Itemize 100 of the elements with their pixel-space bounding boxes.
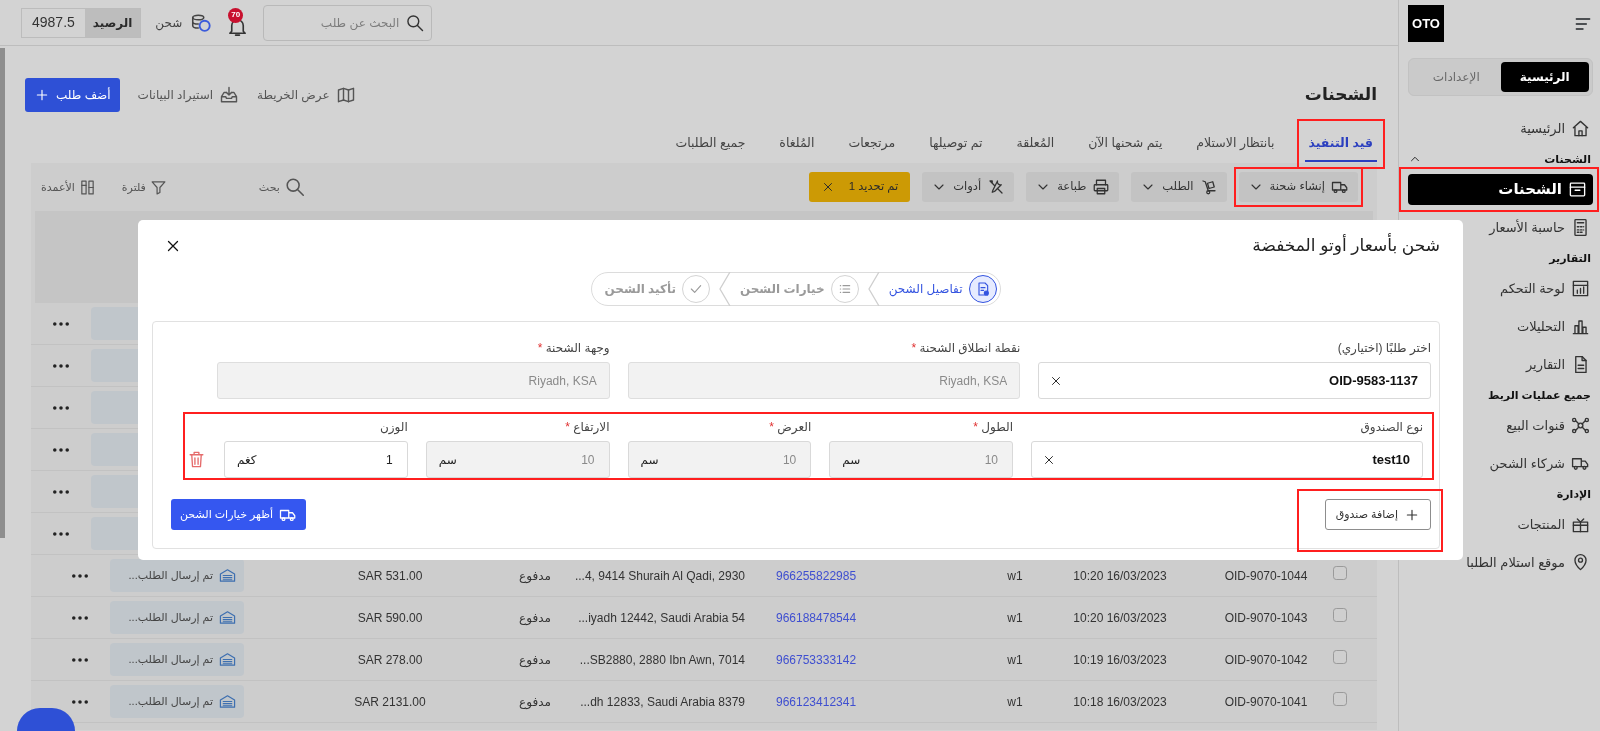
dots-icon xyxy=(53,321,69,326)
dimension-input[interactable]: 1 xyxy=(256,449,395,470)
step[interactable]: تفاصيل الشحن xyxy=(888,275,997,303)
select-input[interactable]: OID-9583-1137 xyxy=(1069,369,1420,392)
phone-link[interactable]: 966123412341 xyxy=(776,694,857,709)
phone-link[interactable]: 966188478544 xyxy=(776,610,857,625)
more-button[interactable] xyxy=(53,363,69,368)
gift-box-icon xyxy=(1571,515,1590,534)
dots-icon xyxy=(72,699,88,704)
sidebar-item[interactable]: موقع استلام الطلبا xyxy=(1408,547,1593,578)
unit-label: سم xyxy=(640,451,659,469)
sidebar-item[interactable]: لوحة التحكم xyxy=(1408,273,1593,304)
select-field[interactable]: test10 xyxy=(1031,441,1423,478)
field-label: العرض * xyxy=(768,419,812,434)
more-button[interactable] xyxy=(53,321,69,326)
dropdown-button[interactable]: إنشاء شحنة xyxy=(1238,172,1358,202)
select-input[interactable]: test10 xyxy=(1062,448,1412,471)
sidebar-item[interactable]: الشحنات xyxy=(1408,174,1593,205)
more-button[interactable] xyxy=(53,531,69,536)
dropdown-button[interactable]: أدوات xyxy=(922,172,1015,202)
help-button[interactable] xyxy=(17,708,75,731)
row-checkbox[interactable] xyxy=(1333,607,1347,622)
scrollbar[interactable] xyxy=(0,48,5,538)
table-cell: مدفوع xyxy=(519,652,551,667)
segment-button[interactable]: الرئيسية xyxy=(1500,62,1589,92)
phone-link[interactable]: 966255822985 xyxy=(776,568,857,583)
notifications-button[interactable]: 70 xyxy=(226,7,250,38)
warehouse-icon xyxy=(219,567,236,584)
table-cell: مدفوع xyxy=(519,568,551,583)
tab[interactable]: يتم شحنها الآن xyxy=(1084,126,1167,162)
dots-icon xyxy=(53,489,69,494)
page-title: الشحنات xyxy=(1304,84,1377,107)
row-checkbox[interactable] xyxy=(1333,565,1347,580)
phone-link[interactable]: 966753333142 xyxy=(776,652,857,667)
action-link[interactable]: عرض الخريطة xyxy=(257,85,356,105)
table-cell: w1 xyxy=(1007,652,1023,667)
row-checkbox[interactable] xyxy=(1333,691,1347,706)
more-button[interactable] xyxy=(53,489,69,494)
table-cell: 10:18 16/03/2023 xyxy=(1073,694,1167,709)
tab[interactable]: مرتجعات xyxy=(844,126,900,162)
more-button[interactable] xyxy=(53,405,69,410)
status-button[interactable]: تم إرسال الطلب... xyxy=(110,601,244,634)
dots-icon xyxy=(72,657,88,662)
location-pin-icon xyxy=(1571,553,1590,572)
show-options-button[interactable]: أظهر خيارات الشحن xyxy=(171,499,306,530)
unit-label: سم xyxy=(842,451,861,469)
funnel-icon xyxy=(149,178,167,196)
table-cell: w1 xyxy=(1007,610,1023,625)
map-icon xyxy=(335,85,356,105)
tool-button[interactable]: بحث xyxy=(258,176,306,198)
chart-window-icon xyxy=(1571,279,1590,298)
section-heading: جميع عمليات الربط xyxy=(1487,387,1591,404)
add-order-button[interactable]: أضف طلب xyxy=(25,78,120,112)
table-cell: OID-9070-1043 xyxy=(1224,610,1308,625)
recharge-button[interactable]: شحن xyxy=(155,11,213,34)
tab[interactable]: المُلغاة xyxy=(775,126,819,162)
action-link[interactable]: استيراد البيانات xyxy=(137,85,240,105)
unit-label: كغم xyxy=(237,451,257,469)
tab[interactable]: المُعلقة xyxy=(1012,126,1059,162)
table-cell: OID-9070-1042 xyxy=(1224,652,1308,667)
more-button[interactable] xyxy=(72,615,88,620)
status-button[interactable]: تم إرسال الطلب... xyxy=(110,685,244,718)
segment-button[interactable]: الإعدادات xyxy=(1412,62,1501,92)
search-box[interactable]: البحث عن طلب xyxy=(263,4,433,41)
more-button[interactable] xyxy=(72,699,88,704)
select-field[interactable]: OID-9583-1137 xyxy=(1038,362,1431,399)
sidebar-item[interactable]: الرئيسية xyxy=(1408,113,1593,144)
status-button[interactable]: تم إرسال الطلب... xyxy=(110,643,244,676)
dropdown-button[interactable]: الطلب xyxy=(1131,172,1227,202)
tab[interactable]: جميع الطلبات xyxy=(671,126,750,162)
more-button[interactable] xyxy=(72,573,88,578)
balance-label: الرصيد xyxy=(84,8,141,37)
field-label: الارتفاع * xyxy=(564,419,610,434)
table-cell: SAR 2131.00 xyxy=(354,694,426,709)
section-heading: التقارير xyxy=(1549,250,1591,267)
step-separator xyxy=(717,272,732,306)
table-cell: OID-9070-1041 xyxy=(1224,694,1308,709)
table-cell: مدفوع xyxy=(519,694,551,709)
tab[interactable]: تم توصيلها xyxy=(925,126,987,162)
printer-icon xyxy=(1092,178,1111,196)
balance-value: 4987.5 xyxy=(31,13,76,32)
tab[interactable]: بانتظار الاستلام xyxy=(1192,126,1279,162)
search-icon xyxy=(405,12,426,33)
more-button[interactable] xyxy=(53,447,69,452)
status-button[interactable]: تم إرسال الطلب... xyxy=(110,559,244,592)
selection-button[interactable]: تم تحديد 1 xyxy=(808,172,911,202)
home-icon xyxy=(1571,119,1590,138)
add-box-button[interactable]: إضافة صندوق xyxy=(1324,499,1431,530)
dropdown-button[interactable]: طباعة xyxy=(1026,172,1120,202)
calculator-icon xyxy=(1571,218,1590,237)
search-input[interactable]: البحث عن طلب xyxy=(281,12,402,33)
more-button[interactable] xyxy=(72,657,88,662)
tool-button[interactable]: الأعمدة xyxy=(41,178,96,196)
plus-icon xyxy=(34,87,50,103)
sidebar-item[interactable]: التحليلات xyxy=(1408,311,1593,342)
table-cell: 10:20 16/03/2023 xyxy=(1073,568,1167,583)
warehouse-icon xyxy=(219,651,236,668)
dots-icon xyxy=(72,615,88,620)
row-checkbox[interactable] xyxy=(1333,649,1347,664)
tool-button[interactable]: فلترة xyxy=(121,178,167,196)
